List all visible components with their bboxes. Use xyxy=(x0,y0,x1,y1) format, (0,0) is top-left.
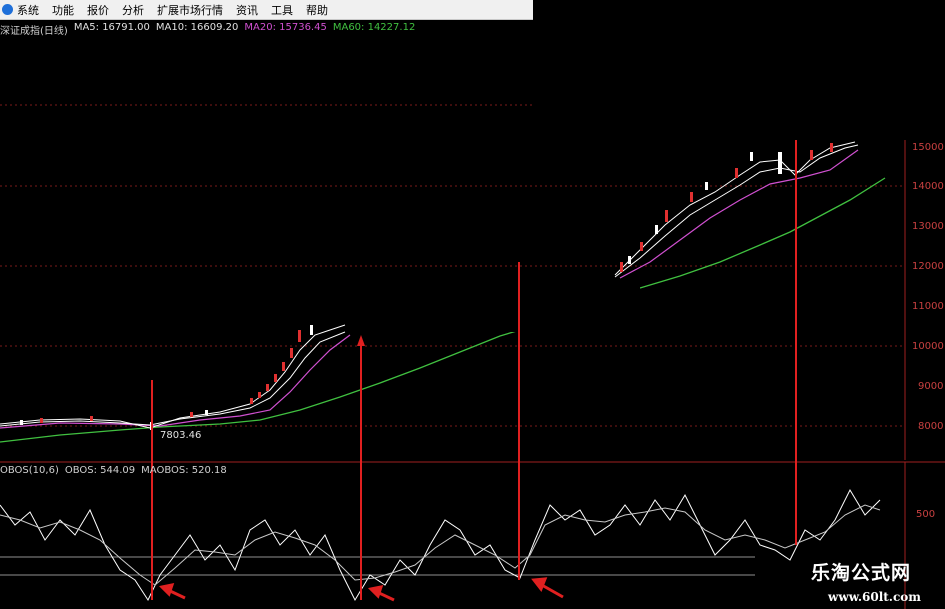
obos-axis-label: 500 xyxy=(916,509,936,520)
price-axis-label: 9000 xyxy=(918,381,944,392)
arrow-head xyxy=(367,585,384,599)
watermark-title: 乐淘公式网 xyxy=(810,562,911,584)
price-axis-label: 11000 xyxy=(912,301,944,312)
obos-legend: OBOS(10,6) OBOS: 544.09 MAOBOS: 520.18 xyxy=(0,465,227,476)
ma10-line-upper xyxy=(614,144,859,278)
chart-canvas[interactable] xyxy=(0,0,945,609)
price-axis-label: 13000 xyxy=(912,221,944,232)
ma5-line xyxy=(0,324,346,429)
low-price-label: 7803.46 xyxy=(160,430,202,441)
obos-value: OBOS: 544.09 xyxy=(64,465,136,476)
ma60-line xyxy=(0,329,521,443)
obos-name: OBOS(10,6) xyxy=(0,465,59,476)
maobos-line xyxy=(0,504,881,586)
buy-arrows xyxy=(158,577,564,602)
arrow-head xyxy=(158,583,175,597)
blank-area xyxy=(350,282,640,332)
price-axis-label: 14000 xyxy=(912,181,944,192)
watermark-url: www.60lt.com xyxy=(828,590,921,604)
price-axis-label: 15000 xyxy=(912,142,944,153)
maobos-value: MAOBOS: 520.18 xyxy=(141,465,227,476)
ma20-line-upper xyxy=(619,149,859,279)
blank-area xyxy=(533,0,945,140)
price-axis-label: 10000 xyxy=(912,341,944,352)
signal-arrowhead xyxy=(357,335,365,346)
price-axis-label: 8000 xyxy=(918,421,944,432)
price-grid xyxy=(0,104,905,427)
ma60-line-upper xyxy=(639,177,886,289)
ma20-line xyxy=(0,334,351,429)
price-axis-label: 12000 xyxy=(912,261,944,272)
watermark: 乐淘公式网 www.60lt.com xyxy=(777,549,945,609)
